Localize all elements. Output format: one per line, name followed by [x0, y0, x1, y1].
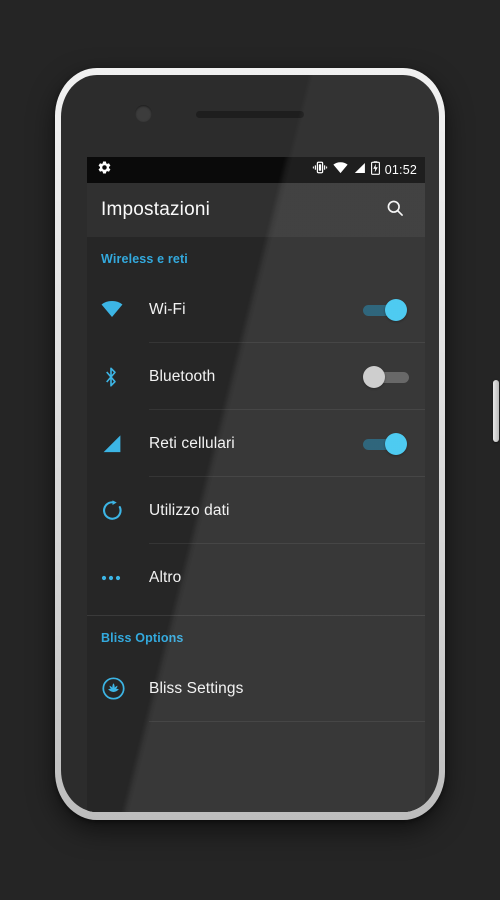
wifi-icon: [333, 161, 348, 179]
data-usage-icon: [101, 499, 149, 522]
search-button[interactable]: [379, 192, 411, 229]
status-bar: 01:52: [87, 157, 425, 183]
list-item-label: Utilizzo dati: [149, 501, 230, 519]
list-item-label: Altro: [149, 568, 182, 586]
status-bar-right: 01:52: [312, 160, 417, 180]
front-camera: [135, 105, 152, 122]
scene-background: 01:52 Impostazioni Wireless e reti Wi-Fi…: [0, 0, 500, 900]
phone-screen: 01:52 Impostazioni Wireless e reti Wi-Fi…: [87, 157, 425, 812]
app-bar: Impostazioni: [87, 183, 425, 237]
toggle-knob: [363, 365, 385, 388]
list-item-wifi[interactable]: Wi-Fi: [87, 276, 425, 343]
phone-device: 01:52 Impostazioni Wireless e reti Wi-Fi…: [55, 68, 499, 820]
cellular-signal-icon: [353, 161, 366, 179]
section-header-wireless: Wireless e reti: [101, 252, 188, 266]
settings-list: Wireless e reti Wi-Fi Bluetooth Reti cel…: [87, 237, 425, 812]
gear-icon: [97, 160, 112, 180]
status-bar-clock: 01:52: [384, 163, 417, 177]
wifi-toggle[interactable]: [363, 298, 409, 321]
toggle-knob: [385, 298, 407, 321]
list-item-bliss-settings[interactable]: Bliss Settings: [87, 655, 425, 722]
section-header-bliss: Bliss Options: [101, 631, 184, 645]
list-item-label: Reti cellulari: [149, 434, 235, 452]
list-item-data-usage[interactable]: Utilizzo dati: [87, 477, 425, 544]
bluetooth-icon: [101, 365, 149, 389]
phone-body: 01:52 Impostazioni Wireless e reti Wi-Fi…: [61, 75, 439, 812]
list-item-label: Wi-Fi: [149, 300, 186, 318]
toggle-knob: [385, 432, 407, 455]
more-dots-icon: [101, 574, 149, 582]
power-button[interactable]: [493, 380, 499, 442]
battery-charging-icon: [370, 160, 380, 180]
row-divider: [149, 721, 425, 722]
page-title: Impostazioni: [101, 199, 211, 220]
search-icon: [385, 200, 405, 222]
bliss-lotus-icon: [101, 676, 149, 701]
wifi-icon: [101, 301, 149, 318]
earpiece-speaker: [196, 111, 304, 118]
bluetooth-toggle[interactable]: [363, 365, 409, 388]
list-item-bluetooth[interactable]: Bluetooth: [87, 343, 425, 410]
status-bar-left: [97, 160, 312, 180]
cellular-networks-toggle[interactable]: [363, 432, 409, 455]
vibrate-icon: [312, 161, 328, 179]
cellular-signal-icon: [101, 434, 149, 454]
list-item-label: Bluetooth: [149, 367, 216, 385]
list-item-cellular-networks[interactable]: Reti cellulari: [87, 410, 425, 477]
list-item-label: Bliss Settings: [149, 679, 244, 697]
list-item-more[interactable]: Altro: [87, 544, 425, 611]
